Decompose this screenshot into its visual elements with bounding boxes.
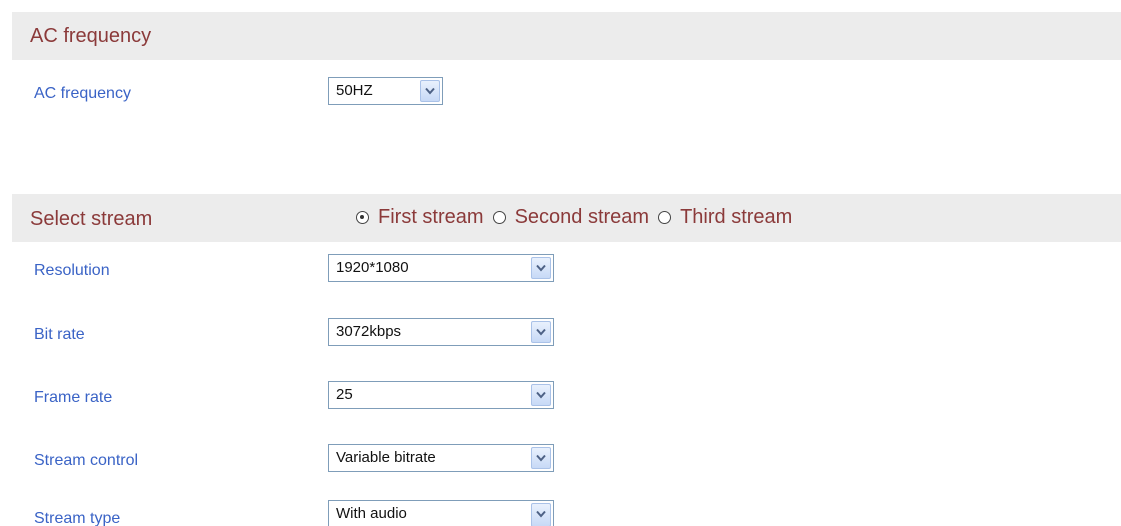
radio-second-stream-circle[interactable] <box>492 210 506 224</box>
frame-rate-label: Frame rate <box>34 389 113 406</box>
chevron-down-icon[interactable] <box>531 321 551 343</box>
chevron-down-icon[interactable] <box>531 384 551 406</box>
radio-second-stream-label[interactable]: Second stream <box>515 205 650 229</box>
frame-rate-select-value: 25 <box>336 386 353 403</box>
bit-rate-select-value: 3072kbps <box>336 323 402 340</box>
frame-rate-select[interactable]: 25 <box>328 381 554 409</box>
radio-first-stream-circle[interactable] <box>356 210 369 224</box>
ac-frequency-label: AC frequency <box>34 85 131 102</box>
chevron-down-icon[interactable] <box>531 257 551 279</box>
chevron-down-icon[interactable] <box>420 80 440 102</box>
stream-type-select-value: With audio <box>336 505 407 522</box>
radio-third-stream-label[interactable]: Third stream <box>680 205 792 229</box>
stream-type-select[interactable]: With audio <box>328 500 554 526</box>
ac-frequency-header: AC frequency <box>12 12 1121 60</box>
ac-frequency-select-value: 50HZ <box>336 82 373 99</box>
bit-rate-label: Bit rate <box>34 326 85 343</box>
radio-first-stream-label[interactable]: First stream <box>378 205 484 229</box>
resolution-select-value: 1920*1080 <box>336 259 409 276</box>
radio-third-stream-circle[interactable] <box>658 210 672 224</box>
settings-page: AC frequency AC frequency 50HZ Select st… <box>0 0 1121 526</box>
radio-third-stream[interactable]: Third stream <box>658 205 792 229</box>
stream-type-label: Stream type <box>34 510 121 526</box>
stream-radio-group: First stream Second stream Third stream <box>356 205 801 229</box>
chevron-down-icon[interactable] <box>531 447 551 469</box>
stream-control-select[interactable]: Variable bitrate <box>328 444 554 472</box>
radio-second-stream[interactable]: Second stream <box>492 205 650 229</box>
stream-control-select-value: Variable bitrate <box>336 449 436 466</box>
chevron-down-icon[interactable] <box>531 503 551 526</box>
bit-rate-select[interactable]: 3072kbps <box>328 318 554 346</box>
stream-control-label: Stream control <box>34 452 139 469</box>
resolution-label: Resolution <box>34 262 110 279</box>
ac-frequency-select[interactable]: 50HZ <box>328 77 443 105</box>
resolution-select[interactable]: 1920*1080 <box>328 254 554 282</box>
select-stream-header-title: Select stream <box>30 208 153 230</box>
ac-frequency-header-title: AC frequency <box>30 25 152 47</box>
radio-first-stream[interactable]: First stream <box>356 205 484 229</box>
